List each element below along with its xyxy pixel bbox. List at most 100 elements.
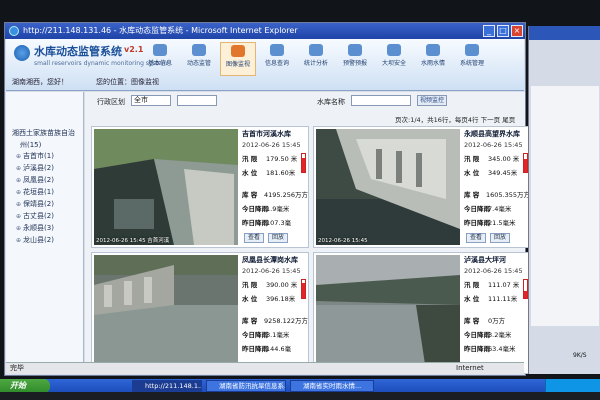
tree-item[interactable]: 凤凰县(2) xyxy=(16,174,54,186)
status-bar: 完毕 Internet xyxy=(6,362,524,374)
reservoir-info: 凤凰县长潭岗水库 2012-06-26 15:45 汛 限 390.00 米 水 … xyxy=(242,256,308,353)
rain-today-value: 1.9毫米 xyxy=(266,205,290,213)
taskbar-item[interactable]: http://211.148.1... xyxy=(132,380,202,392)
water-level-fill xyxy=(302,157,305,172)
tree-item[interactable]: 龙山县(2) xyxy=(16,234,54,246)
zone-text: Internet xyxy=(456,364,484,372)
reservoir-name-input[interactable] xyxy=(351,95,411,106)
alert-icon xyxy=(348,44,362,56)
close-icon[interactable]: × xyxy=(511,25,523,37)
reservoir-card: 凤凰县长潭岗水库 2012-06-26 15:45 汛 限 390.00 米 水 … xyxy=(91,252,309,374)
background-window-speed: 9K/S xyxy=(573,352,587,359)
rain-yesterday-value: 21.5毫米 xyxy=(488,219,516,227)
taskbar: 开始 http://211.148.1... 湖南省防汛抗旱信息系... 湖南省… xyxy=(0,379,600,393)
minimize-icon[interactable]: _ xyxy=(483,25,495,37)
nav-item-basic-info[interactable]: 基本信息 xyxy=(142,42,178,76)
water-level-gauge xyxy=(301,279,306,299)
ie-icon xyxy=(9,26,19,36)
tree-item[interactable]: 泸溪县(2) xyxy=(16,162,54,174)
nav-item-image[interactable]: 图像监视 xyxy=(220,42,256,76)
water-level-value: 396.18米 xyxy=(266,295,296,303)
rain-today-value: 3.1毫米 xyxy=(266,331,290,339)
tree-item[interactable]: 保靖县(2) xyxy=(16,198,54,210)
status-text: 完毕 xyxy=(10,364,24,372)
start-button[interactable]: 开始 xyxy=(0,379,50,393)
window-titlebar[interactable]: http://211.148.131.46 - 水库动态监管系统 - Micro… xyxy=(5,23,525,39)
playback-button[interactable]: 回放 xyxy=(268,233,289,243)
query-icon xyxy=(270,44,284,56)
background-window[interactable]: 9K/S xyxy=(528,26,600,374)
view-button[interactable]: 查看 xyxy=(244,233,265,243)
camera-feed[interactable] xyxy=(316,129,460,245)
tree-item[interactable]: 花垣县(1) xyxy=(16,186,54,198)
window-controls: _ □ × xyxy=(483,25,523,37)
tree-item[interactable]: 永顺县(3) xyxy=(16,222,54,234)
water-level-value: 111.11米 xyxy=(488,295,518,303)
region-sub-select[interactable] xyxy=(177,95,217,106)
window-title: http://211.148.131.46 - 水库动态监管系统 - Micro… xyxy=(23,26,298,35)
background-window-titlebar[interactable] xyxy=(529,26,600,40)
browser-window: http://211.148.131.46 - 水库动态监管系统 - Micro… xyxy=(4,22,531,376)
taskbar-item[interactable]: 湖南省防汛抗旱信息系... xyxy=(206,380,286,392)
dam-icon xyxy=(387,44,401,56)
tree-root[interactable]: 湘西土家族苗族自治 xyxy=(12,128,75,138)
tree-item[interactable]: 吉首市(1) xyxy=(16,150,54,162)
nav-item-alert[interactable]: 预警预报 xyxy=(337,42,373,76)
feed-caption: 2012-06-26 15:45 吉首河溪 xyxy=(96,238,170,244)
capacity-value: 4195.256万方 xyxy=(263,191,308,199)
region-select[interactable]: 全市 xyxy=(131,95,171,106)
tree-list: 吉首市(1) 泸溪县(2) 凤凰县(2) 花垣县(1) 保靖县(2) 古丈县(2… xyxy=(16,150,54,246)
reservoir-info: 吉首市河溪水库 2012-06-26 15:45 汛 限 179.50 米 水 位… xyxy=(242,130,308,243)
capacity-value: 9258.122万方 xyxy=(263,317,308,325)
monitor-icon xyxy=(192,44,206,56)
playback-button[interactable]: 回放 xyxy=(490,233,511,243)
view-button[interactable]: 查看 xyxy=(466,233,487,243)
rain-yesterday-value: 107.3毫 xyxy=(266,219,292,227)
flood-limit-value: 179.50 米 xyxy=(266,155,298,163)
chart-icon xyxy=(309,44,323,56)
nav-item-stats[interactable]: 统计分析 xyxy=(298,42,334,76)
system-tray[interactable] xyxy=(545,379,600,393)
reservoir-info: 泸溪县大坪河 2012-06-26 15:45 汛 限 111.07 米 水 位1… xyxy=(464,255,530,373)
reservoir-time: 2012-06-26 15:45 xyxy=(242,267,301,275)
flood-limit-value: 345.00 米 xyxy=(488,155,520,163)
reservoir-name: 吉首市河溪水库 xyxy=(242,130,291,138)
tree-item[interactable]: 古丈县(2) xyxy=(16,210,54,222)
camera-feed[interactable] xyxy=(94,255,238,371)
water-level-value: 349.45米 xyxy=(488,169,518,177)
water-level-fill xyxy=(524,290,527,298)
main-nav: 基本信息 动态监管 图像监视 信息查询 统计分析 预警预报 大坝安全 水雨水情 … xyxy=(142,42,493,76)
camera-feed[interactable] xyxy=(94,129,238,245)
app-header: 水库动态监管系统 v2.1 small reservoirs dynamic m… xyxy=(6,39,524,91)
water-level-gauge xyxy=(301,153,306,173)
nav-item-system[interactable]: 系统管理 xyxy=(454,42,490,76)
flood-limit-value: 111.07 米 xyxy=(488,281,520,289)
maximize-icon[interactable]: □ xyxy=(497,25,509,37)
camera-feed[interactable] xyxy=(316,255,460,371)
nav-item-rain[interactable]: 水雨水情 xyxy=(415,42,451,76)
taskbar-item[interactable]: 湖南省实时雨水情... xyxy=(290,380,374,392)
settings-icon xyxy=(465,44,479,56)
nav-item-dynamic[interactable]: 动态监管 xyxy=(181,42,217,76)
reservoir-time: 2012-06-26 15:45 xyxy=(464,267,523,275)
water-level-fill xyxy=(524,158,527,172)
tree-root-count: 州(15) xyxy=(20,141,42,149)
reservoir-name: 泸溪县大坪河 xyxy=(464,256,506,264)
breadcrumb: 湖南湘西，您好！ 您的位置：图像监视 xyxy=(6,75,524,89)
nav-item-dam[interactable]: 大坝安全 xyxy=(376,42,412,76)
pager[interactable]: 页次:1/4，共16行，每页4行 下一页 尾页 xyxy=(395,114,515,124)
monitor-bezel xyxy=(0,392,600,400)
reservoir-info: 永顺县高望界水库 2012-06-26 15:45 汛 限 345.00 米 水 … xyxy=(464,130,530,243)
video-monitor-button[interactable]: 视频监控 xyxy=(417,95,447,106)
main-content: 行政区划 全市 水库名称 视频监控 页次:1/4，共16行，每页4行 下一页 尾… xyxy=(85,92,531,374)
reservoir-card: 2012-06-26 15:45 吉首河溪 吉首市河溪水库 2012-06-26… xyxy=(91,126,309,248)
nav-item-query[interactable]: 信息查询 xyxy=(259,42,295,76)
app-title: 水库动态监管系统 xyxy=(34,45,122,58)
reservoir-name: 凤凰县长潭岗水库 xyxy=(242,256,298,264)
water-level-fill xyxy=(302,282,305,298)
reservoir-time: 2012-06-26 15:45 xyxy=(464,141,523,149)
reservoir-time: 2012-06-26 15:45 xyxy=(242,141,301,149)
sidebar-tree: 湘西土家族苗族自治 州(15) 吉首市(1) 泸溪县(2) 凤凰县(2) 花垣县… xyxy=(6,92,84,374)
reservoir-card: 泸溪县大坪河 2012-06-26 15:45 汛 限 111.07 米 水 位1… xyxy=(313,252,531,374)
filter-bar: 行政区划 全市 水库名称 视频监控 xyxy=(85,92,525,110)
